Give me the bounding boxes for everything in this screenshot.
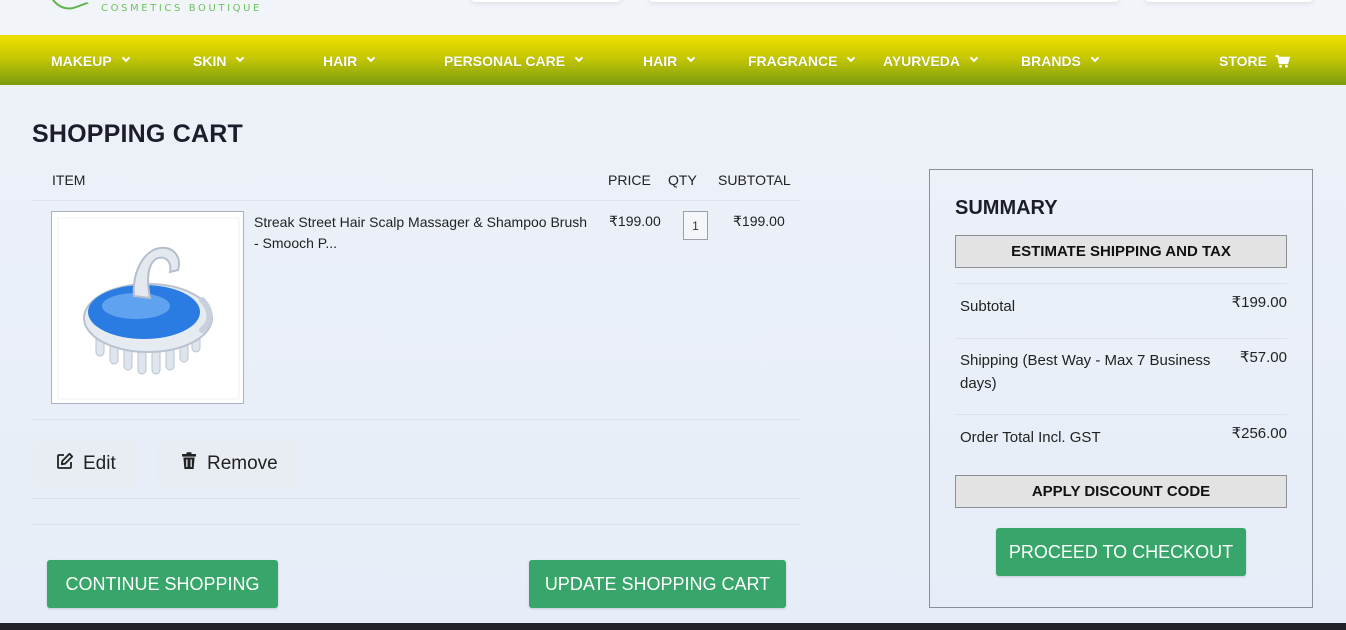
summary-order-total-value: ₹256.00 xyxy=(1231,425,1287,442)
divider xyxy=(32,419,801,420)
divider xyxy=(955,283,1287,284)
nav-item-hair-2[interactable]: HAIR xyxy=(643,52,696,70)
divider xyxy=(955,338,1287,339)
header-field-right[interactable] xyxy=(1144,0,1314,2)
nav-item-skin[interactable]: SKIN xyxy=(193,52,245,70)
product-image[interactable] xyxy=(51,211,244,404)
nav-item-store[interactable]: STORE xyxy=(1219,52,1290,70)
update-shopping-cart-button[interactable]: UPDATE SHOPPING CART xyxy=(529,560,786,608)
scalp-brush-image xyxy=(52,212,243,403)
nav-item-label: HAIR xyxy=(323,53,358,69)
nav-item-label: MAKEUP xyxy=(51,53,112,69)
nav-item-ayurveda[interactable]: AYURVEDA xyxy=(883,52,979,70)
shopping-cart-icon xyxy=(1275,54,1290,68)
item-price: ₹199.00 xyxy=(609,213,661,229)
header-search-bar[interactable] xyxy=(648,0,1120,2)
product-name-link[interactable]: Streak Street Hair Scalp Massager & Sham… xyxy=(254,212,589,254)
proceed-to-checkout-button[interactable]: PROCEED TO CHECKOUT xyxy=(996,528,1246,576)
summary-order-total-label: Order Total Incl. GST xyxy=(960,429,1101,446)
column-header-item: ITEM xyxy=(52,172,86,188)
apply-discount-toggle[interactable]: APPLY DISCOUNT CODE xyxy=(955,475,1287,508)
nav-item-personal-care[interactable]: PERSONAL CARE xyxy=(444,52,584,70)
summary-shipping-value: ₹57.00 xyxy=(1239,349,1287,366)
summary-subtotal-label: Subtotal xyxy=(960,298,1016,315)
nav-item-fragrance[interactable]: FRAGRANCE xyxy=(748,52,856,70)
chevron-down-icon xyxy=(847,53,856,63)
logo-tagline: COSMETICS BOUTIQUE xyxy=(101,3,262,14)
nav-item-label: FRAGRANCE xyxy=(748,53,838,69)
edit-button[interactable]: Edit xyxy=(32,440,137,488)
main-navigation: MAKEUP SKIN HAIR PERSONAL CARE HAIR FRAG… xyxy=(0,35,1346,85)
nav-item-label: BRANDS xyxy=(1021,53,1081,69)
chevron-down-icon xyxy=(686,53,696,63)
edit-label: Edit xyxy=(83,453,116,474)
summary-title: SUMMARY xyxy=(955,197,1058,219)
remove-button[interactable]: Remove xyxy=(156,440,298,488)
column-header-price: PRICE xyxy=(608,172,651,188)
remove-label: Remove xyxy=(207,453,278,474)
trash-icon xyxy=(181,452,197,476)
chevron-down-icon xyxy=(121,53,130,63)
chevron-down-icon xyxy=(969,53,979,63)
nav-item-label: PERSONAL CARE xyxy=(444,53,566,69)
chevron-down-icon xyxy=(1090,53,1100,63)
column-header-subtotal: SUBTOTAL xyxy=(718,172,791,188)
item-subtotal: ₹199.00 xyxy=(733,213,785,229)
nav-item-label: SKIN xyxy=(193,53,227,69)
column-header-qty: QTY xyxy=(668,172,697,188)
nav-item-label: HAIR xyxy=(643,53,678,69)
summary-subtotal-value: ₹199.00 xyxy=(1231,294,1287,311)
page-title: SHOPPING CART xyxy=(32,120,243,148)
header-field-left[interactable] xyxy=(470,0,622,2)
summary-shipping-label: Shipping (Best Way - Max 7 Business days… xyxy=(960,352,1211,392)
estimate-shipping-toggle[interactable]: ESTIMATE SHIPPING AND TAX xyxy=(955,235,1287,268)
nav-item-hair[interactable]: HAIR xyxy=(323,52,376,70)
nav-item-makeup[interactable]: MAKEUP xyxy=(51,52,130,70)
divider xyxy=(32,200,801,201)
divider xyxy=(32,524,801,525)
chevron-down-icon xyxy=(366,53,376,63)
footer-bar xyxy=(0,623,1346,630)
logo-mark[interactable] xyxy=(48,0,90,16)
site-header: COSMETICS BOUTIQUE xyxy=(0,0,1346,35)
nav-item-label: AYURVEDA xyxy=(883,53,961,69)
divider xyxy=(955,414,1287,415)
chevron-down-icon xyxy=(236,53,245,63)
quantity-input[interactable]: 1 xyxy=(683,211,708,240)
nav-item-brands[interactable]: BRANDS xyxy=(1021,52,1100,70)
edit-icon xyxy=(56,452,74,476)
divider xyxy=(32,498,801,499)
nav-item-label: STORE xyxy=(1219,53,1267,69)
continue-shopping-button[interactable]: CONTINUE SHOPPING xyxy=(47,560,278,608)
chevron-down-icon xyxy=(574,53,584,63)
